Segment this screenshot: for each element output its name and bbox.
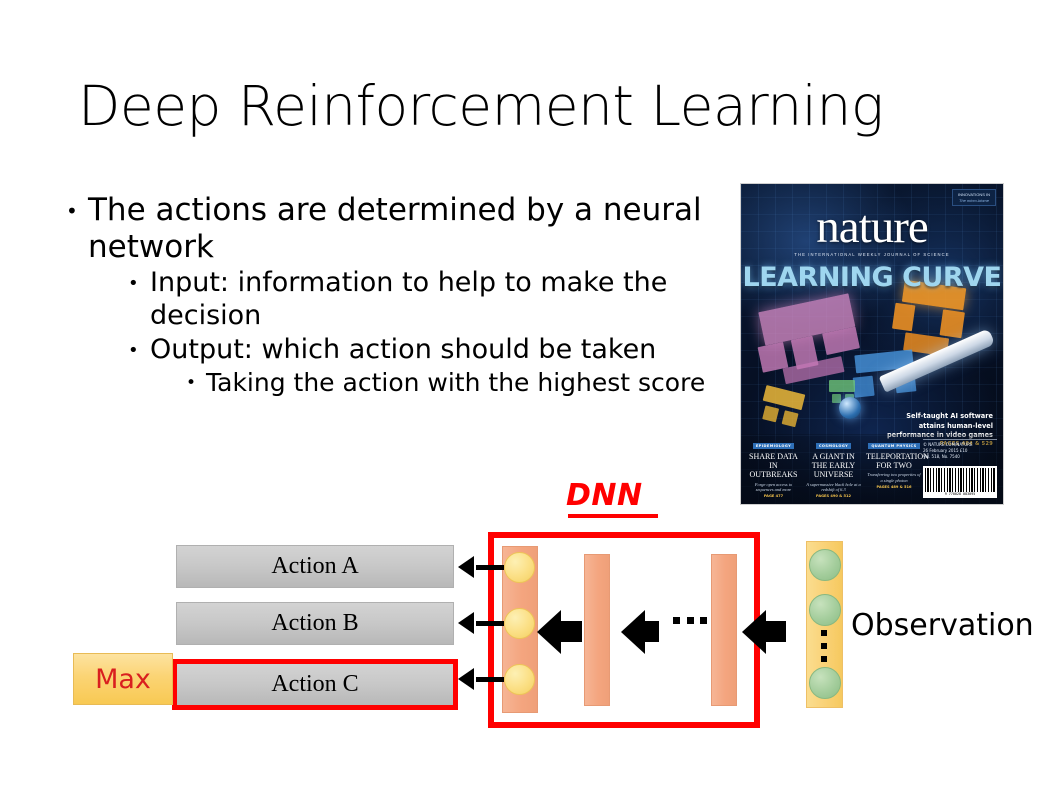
bullet-list: • The actions are determined by a neural… <box>66 192 726 398</box>
observation-node-3 <box>809 667 841 699</box>
cover-badge-line2: The micro-biome <box>958 198 989 203</box>
cover-masthead: nature <box>816 201 928 253</box>
output-arrow-b-head <box>458 612 474 634</box>
output-arrow-a-tail <box>476 565 504 570</box>
cover-teaser-page: PAGE 477 <box>763 494 784 498</box>
cover-teaser-list: EPIDEMIOLOGY SHARE DATA IN OUTBREAKS For… <box>746 434 929 498</box>
bullet-item-2: • Input: information to help to make the… <box>128 267 726 332</box>
ellipsis-dot <box>821 643 827 649</box>
bullet-text: Output: which action should be taken <box>150 333 657 365</box>
dnn-flow-arrow-2-tail <box>645 621 659 642</box>
bullet-marker-icon: • <box>186 373 197 394</box>
output-arrow-a-head <box>458 556 474 578</box>
dnn-flow-arrow-3-tail <box>766 621 786 642</box>
ellipsis-dot <box>821 656 827 662</box>
bullet-item-1: • The actions are determined by a neural… <box>66 192 726 265</box>
slide-canvas: Deep Reinforcement Learning • The action… <box>0 0 1050 788</box>
barcode-bars-icon <box>925 468 995 492</box>
bullet-text: Taking the action with the highest score <box>206 368 706 398</box>
cover-headline: LEARNING CURVE <box>742 262 1002 293</box>
output-arrow-c-tail <box>476 677 504 682</box>
cover-teaser-kicker: QUANTUM PHYSICS <box>868 443 920 449</box>
max-box: Max <box>73 653 173 705</box>
bullet-marker-icon: • <box>128 273 139 295</box>
page-title: Deep Reinforcement Learning <box>78 74 884 138</box>
action-box-c-selected[interactable]: Action C <box>172 659 458 710</box>
cover-imprint: © NATURE.COM/NATURE 26 February 2015 £10… <box>923 439 997 460</box>
cover-barcode: 9 770028 083095 <box>923 466 997 498</box>
bullet-item-4: • Taking the action with the highest sco… <box>186 368 726 398</box>
cover-strapline: THE INTERNATIONAL WEEKLY JOURNAL OF SCIE… <box>794 252 950 257</box>
ellipsis-dot <box>673 617 680 624</box>
dnn-flow-arrow-3-head <box>742 610 766 654</box>
observation-node-2 <box>809 594 841 626</box>
cover-teaser-subtitle: Forge open access to sequences and more <box>754 481 793 493</box>
cover-teaser-kicker: COSMOLOGY <box>815 443 852 449</box>
dnn-flow-arrow-1-tail <box>561 621 582 642</box>
cover-teaser-kicker: EPIDEMIOLOGY <box>752 443 795 449</box>
observation-label: Observation <box>851 608 1034 643</box>
ellipsis-dot <box>700 617 707 624</box>
cover-teaser: EPIDEMIOLOGY SHARE DATA IN OUTBREAKS For… <box>746 434 801 498</box>
cover-teaser-page: PAGES 490 & 512 <box>816 494 851 498</box>
cover-blurb-line1: Self-taught AI software <box>906 412 993 420</box>
cover-blurb-line2: attains human-level <box>918 421 993 430</box>
dnn-label-underline <box>568 514 658 518</box>
cover-teaser: COSMOLOGY A GIANT IN THE EARLY UNIVERSE … <box>806 434 861 498</box>
dnn-output-node-a <box>504 552 535 583</box>
bullet-marker-icon: • <box>128 339 139 361</box>
bullet-item-3: • Output: which action should be taken <box>128 334 726 366</box>
cover-badge: INNOVATIONS IN The micro-biome <box>952 189 996 206</box>
action-box-a[interactable]: Action A <box>176 545 454 588</box>
cover-teaser: QUANTUM PHYSICS TELEPORTATION FOR TWO Tr… <box>866 434 929 498</box>
barcode-number: 9 770028 083095 <box>944 492 976 496</box>
dnn-hidden-layer-bar-2 <box>584 554 610 706</box>
observation-vertical-ellipsis-icon <box>821 630 827 662</box>
dnn-output-node-b <box>504 608 535 639</box>
cover-teaser-page: PAGES 489 & 516 <box>876 484 912 489</box>
dnn-output-node-c <box>504 664 535 695</box>
bullet-text: Input: information to help to make the d… <box>150 267 668 331</box>
cover-teaser-title: A GIANT IN THE EARLY UNIVERSE <box>811 452 856 480</box>
cover-teaser-subtitle: A supermassive black hole at a redshift … <box>806 481 861 493</box>
cover-teaser-title: TELEPORTATION FOR TWO <box>866 452 929 471</box>
cover-imprint-line3: Vol. 518, No. 7540 <box>923 454 960 459</box>
bullet-text: The actions are determined by a neural n… <box>88 192 702 265</box>
bullet-marker-icon: • <box>66 199 78 223</box>
observation-node-1 <box>809 549 841 581</box>
dnn-label: DNN <box>566 478 643 513</box>
output-arrow-b-tail <box>476 621 504 626</box>
output-arrow-c-head <box>458 668 474 690</box>
dnn-flow-arrow-1-head <box>537 610 561 654</box>
cover-teaser-title: SHARE DATA IN OUTBREAKS <box>749 452 798 480</box>
ellipsis-dot <box>821 630 827 636</box>
dnn-hidden-layer-bar-1 <box>711 554 737 706</box>
cover-orb-icon <box>839 397 861 419</box>
action-box-b[interactable]: Action B <box>176 602 454 645</box>
cover-teaser-subtitle: Transferring two properties of a single … <box>867 472 921 484</box>
ellipsis-dot <box>686 617 694 624</box>
nature-magazine-cover-image: nature THE INTERNATIONAL WEEKLY JOURNAL … <box>741 184 1003 504</box>
dnn-flow-arrow-2-head <box>621 610 645 654</box>
dnn-hidden-layers-ellipsis-icon <box>673 617 707 624</box>
